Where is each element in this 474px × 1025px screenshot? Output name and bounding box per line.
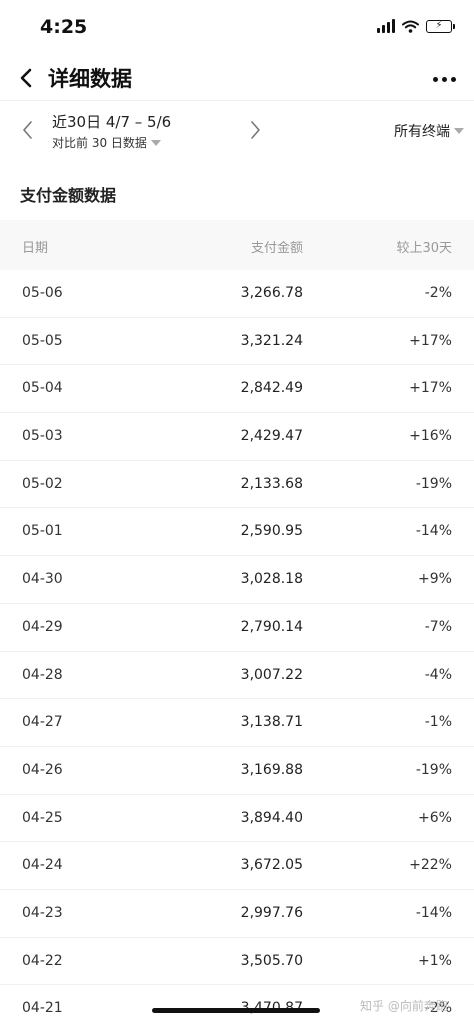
row-date: 05-03 bbox=[22, 428, 63, 445]
row-change: -19% bbox=[415, 475, 452, 492]
row-amount: 3,138.71 bbox=[240, 714, 303, 731]
date-range-bar: 近30日 4/7 – 5/6 对比前 30 日数据 所有终端 bbox=[0, 100, 474, 160]
back-arrow-icon[interactable] bbox=[14, 64, 38, 92]
terminal-filter-dropdown[interactable]: 所有终端 bbox=[394, 121, 464, 141]
terminal-filter-label: 所有终端 bbox=[394, 124, 450, 140]
page-title: 详细数据 bbox=[48, 67, 132, 91]
row-amount: 3,266.78 bbox=[240, 285, 303, 301]
row-change: -4% bbox=[424, 666, 452, 683]
row-amount: 3,028.18 bbox=[240, 571, 303, 588]
cellular-signal-icon bbox=[377, 19, 395, 33]
row-amount: 2,590.95 bbox=[240, 523, 303, 540]
table-row: 05-01 2,590.95 -14% bbox=[0, 508, 474, 557]
row-date: 04-30 bbox=[22, 571, 63, 588]
row-amount: 2,133.68 bbox=[240, 475, 303, 492]
table-row: 05-02 2,133.68 -19% bbox=[0, 461, 474, 509]
date-range-label: 近30日 4/7 – 5/6 bbox=[52, 113, 172, 131]
row-amount: 2,790.14 bbox=[240, 618, 303, 635]
table-row: 04-27 3,138.71 -1% bbox=[0, 699, 474, 747]
row-change: +1% bbox=[418, 952, 452, 969]
row-change: -19% bbox=[415, 761, 452, 778]
wifi-icon bbox=[402, 20, 419, 33]
compare-period-dropdown[interactable]: 对比前 30 日数据 bbox=[52, 134, 161, 151]
table-row: 04-26 3,169.88 -19% bbox=[0, 747, 474, 795]
battery-charging-icon: ⚡ bbox=[426, 19, 455, 33]
row-date: 04-22 bbox=[22, 952, 63, 969]
table-header: 日期 支付金额 较上30天 bbox=[0, 220, 474, 270]
row-amount: 2,842.49 bbox=[240, 380, 303, 397]
row-change: +17% bbox=[409, 332, 452, 349]
table-row: 05-03 2,429.47 +16% bbox=[0, 413, 474, 461]
row-date: 04-23 bbox=[22, 904, 63, 921]
section-title: 支付金额数据 bbox=[20, 186, 117, 205]
row-amount: 3,007.22 bbox=[240, 666, 303, 683]
table-row: 04-30 3,028.18 +9% bbox=[0, 556, 474, 604]
table-row: 04-22 3,505.70 +1% bbox=[0, 938, 474, 986]
row-date: 05-01 bbox=[22, 523, 63, 540]
status-icons: ⚡ bbox=[377, 19, 455, 33]
table-row: 04-28 3,007.22 -4% bbox=[0, 652, 474, 700]
table-row: 04-29 2,790.14 -7% bbox=[0, 604, 474, 652]
row-amount: 2,997.76 bbox=[240, 904, 303, 921]
nav-bar: 详细数据 bbox=[0, 56, 474, 100]
table-row: 05-05 3,321.24 +17% bbox=[0, 318, 474, 366]
table-row: 05-04 2,842.49 +17% bbox=[0, 365, 474, 414]
row-amount: 3,505.70 bbox=[240, 952, 303, 969]
caret-down-icon bbox=[150, 139, 161, 146]
row-date: 04-27 bbox=[22, 714, 63, 731]
chevron-left-icon[interactable] bbox=[16, 115, 38, 145]
row-date: 05-06 bbox=[22, 285, 63, 301]
row-change: +17% bbox=[409, 380, 452, 397]
row-amount: 3,672.05 bbox=[240, 857, 303, 874]
status-time: 4:25 bbox=[40, 16, 88, 38]
row-date: 04-28 bbox=[22, 666, 63, 683]
row-change: -7% bbox=[424, 618, 452, 635]
status-bar: 4:25 ⚡ bbox=[0, 0, 474, 56]
table-body: 05-06 3,266.78 -2% 05-05 3,321.24 +17% 05-04 2,… bbox=[0, 270, 474, 1025]
row-change: +22% bbox=[409, 857, 452, 874]
more-options-icon[interactable] bbox=[433, 69, 456, 89]
row-date: 05-02 bbox=[22, 475, 63, 492]
table-row: 04-24 3,672.05 +22% bbox=[0, 842, 474, 890]
row-amount: 3,894.40 bbox=[240, 809, 303, 826]
table-row: 04-23 2,997.76 -14% bbox=[0, 890, 474, 938]
table-row: 04-25 3,894.40 +6% bbox=[0, 795, 474, 843]
header-amount: 支付金额 bbox=[250, 241, 303, 256]
row-change: +9% bbox=[418, 571, 452, 588]
row-amount: 3,169.88 bbox=[240, 761, 303, 778]
row-change: +16% bbox=[409, 428, 452, 445]
table-row: 05-06 3,266.78 -2% bbox=[0, 270, 474, 318]
row-change: -14% bbox=[415, 904, 452, 921]
watermark: 知乎 @向前奔跑 bbox=[360, 999, 448, 1013]
row-change: -2% bbox=[424, 285, 452, 301]
row-date: 05-05 bbox=[22, 332, 63, 349]
row-date: 04-29 bbox=[22, 618, 63, 635]
row-amount: 2,429.47 bbox=[240, 428, 303, 445]
compare-period-label: 对比前 30 日数据 bbox=[52, 136, 147, 150]
row-date: 05-04 bbox=[22, 380, 63, 397]
row-date: 04-21 bbox=[22, 1000, 63, 1017]
row-date: 04-24 bbox=[22, 857, 63, 874]
header-change: 较上30天 bbox=[396, 241, 452, 256]
row-date: 04-25 bbox=[22, 809, 63, 826]
row-change: +6% bbox=[418, 809, 452, 826]
row-amount: 3,321.24 bbox=[240, 332, 303, 349]
chevron-right-icon[interactable] bbox=[244, 115, 266, 145]
home-indicator bbox=[152, 1008, 320, 1013]
row-change: -14% bbox=[415, 523, 452, 540]
row-date: 04-26 bbox=[22, 761, 63, 778]
caret-down-icon bbox=[454, 128, 464, 134]
row-change: -1% bbox=[424, 714, 452, 731]
header-date: 日期 bbox=[22, 241, 49, 256]
